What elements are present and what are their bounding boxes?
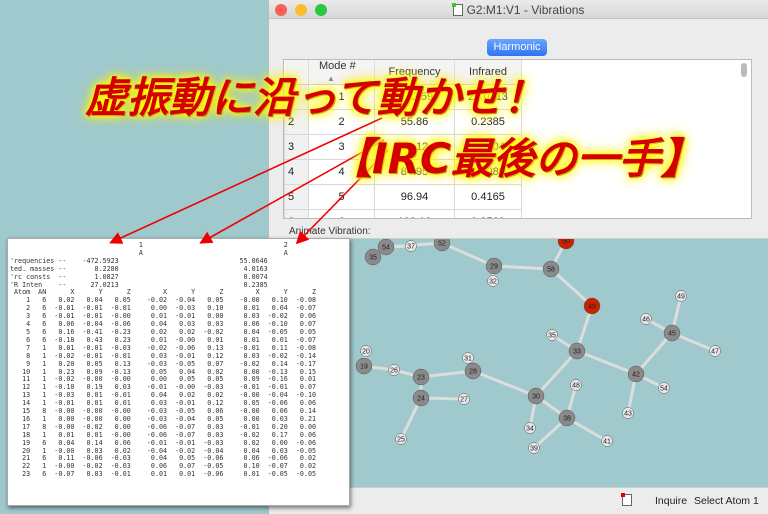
infrared-cell: 0.9569 [454, 209, 522, 218]
carbon-atom[interactable]: 19 [355, 357, 373, 375]
hydrogen-atom[interactable]: 39 [528, 442, 540, 454]
carbon-atom[interactable]: 28 [464, 362, 482, 380]
bond[interactable] [472, 369, 537, 398]
status-mode: Inquire [655, 495, 688, 507]
title-bar: G2:M1:V1 - Vibrations [269, 0, 768, 19]
atom-label: 33 [573, 349, 581, 356]
carbon-atom[interactable]: 29 [485, 257, 503, 275]
atom-label: 42 [632, 372, 640, 379]
atom-label: 25 [397, 437, 405, 444]
headline-line-1: 虚振動に沿って動かせ！ [85, 73, 545, 122]
carbon-atom[interactable]: 58 [542, 260, 560, 278]
status-message: Select Atom 1 [694, 495, 759, 507]
row-number: 4 [284, 159, 309, 185]
table-row[interactable]: 66109.160.9569 [284, 209, 522, 218]
atom-label: 41 [603, 439, 611, 446]
atom-label: 30 [532, 394, 540, 401]
window-title: G2:M1:V1 - Vibrations [269, 3, 768, 17]
atom-label: 32 [489, 279, 497, 286]
atom-label: 26 [390, 368, 398, 375]
gaussian-output-log: 1 2 3 A A A'requencies -- -472 [7, 238, 350, 506]
headline-line-2: 【IRC最後の一手】 [330, 134, 703, 183]
carbon-atom[interactable]: 33 [568, 342, 586, 360]
atom-label: 50 [562, 239, 570, 246]
atom-label: 19 [360, 364, 368, 371]
carbon-atom[interactable]: 45 [663, 324, 681, 342]
bond[interactable] [493, 264, 552, 271]
mode-number: 6 [308, 209, 375, 218]
atom-label: 35 [548, 333, 556, 340]
atom-label: 39 [530, 446, 538, 453]
atom-label: 54 [660, 386, 668, 393]
row-number: 6 [284, 209, 309, 218]
carbon-atom[interactable]: 42 [627, 365, 645, 383]
hydrogen-atom[interactable]: 20 [360, 345, 372, 357]
table-row[interactable]: 5 5 96.94 0.4165 [284, 184, 522, 210]
mode-number: 5 [308, 184, 375, 210]
bond[interactable] [549, 267, 594, 308]
atom-label: 58 [547, 267, 555, 274]
atom-label: 43 [624, 411, 632, 418]
hydrogen-atom[interactable]: 47 [709, 345, 721, 357]
tab-harmonic[interactable]: Harmonic [487, 39, 547, 56]
row-number: 5 [284, 184, 309, 210]
hydrogen-atom[interactable]: 37 [405, 240, 417, 252]
hydrogen-atom[interactable]: 43 [622, 407, 634, 419]
frequency-cell: 96.94 [374, 184, 455, 210]
hydrogen-atom[interactable]: 31 [462, 352, 474, 364]
atom-label: 48 [572, 383, 580, 390]
hydrogen-atom[interactable]: 34 [524, 422, 536, 434]
atom-label: 28 [469, 369, 477, 376]
bond[interactable] [441, 241, 495, 268]
carbon-atom[interactable]: 54 [377, 238, 395, 256]
atom-label: 29 [490, 264, 498, 271]
oxygen-atom[interactable]: 50 [557, 232, 575, 250]
scrollbar[interactable] [741, 63, 747, 77]
frequency-cell: 109.16 [374, 209, 455, 218]
carbon-atom[interactable]: 52 [433, 234, 451, 252]
document-icon [451, 3, 463, 16]
atom-label: 27 [460, 397, 468, 404]
hydrogen-atom[interactable]: 32 [487, 275, 499, 287]
atom-label: 54 [382, 245, 390, 252]
atom-label: 35 [369, 255, 377, 262]
hydrogen-atom[interactable]: 46 [640, 313, 652, 325]
hydrogen-atom[interactable]: 26 [388, 364, 400, 376]
atom-label: 34 [526, 426, 534, 433]
window-title-text: G2:M1:V1 - Vibrations [466, 3, 585, 17]
atom-label: 47 [711, 349, 719, 356]
hydrogen-atom[interactable]: 25 [395, 433, 407, 445]
carbon-atom[interactable]: 24 [412, 389, 430, 407]
bond[interactable] [534, 349, 579, 398]
hydrogen-atom[interactable]: 48 [570, 379, 582, 391]
atom-label: 49 [588, 304, 596, 311]
hydrogen-atom[interactable]: 35 [546, 329, 558, 341]
animate-vibration-label: Animate Vibration: [289, 226, 371, 237]
atom-label: 24 [417, 396, 425, 403]
document-status-icon [621, 493, 632, 506]
bond[interactable] [576, 349, 637, 376]
atom-label: 38 [563, 416, 571, 423]
hydrogen-atom[interactable]: 54 [658, 382, 670, 394]
atom-label: 23 [417, 375, 425, 382]
atom-label: 46 [642, 317, 650, 324]
hydrogen-atom[interactable]: 41 [601, 435, 613, 447]
log-line: 23 6 -0.07 0.03 -0.01 0.01 0.01 -0.06 0.… [10, 470, 316, 479]
atom-label: 45 [668, 331, 676, 338]
infrared-cell: 0.4165 [454, 184, 522, 210]
atom-label: 49 [677, 294, 685, 301]
atom-label: 52 [438, 241, 446, 248]
oxygen-atom[interactable]: 49 [583, 297, 601, 315]
carbon-atom[interactable]: 38 [558, 409, 576, 427]
atom-label: 20 [362, 349, 370, 356]
atom-label: 31 [464, 356, 472, 363]
carbon-atom[interactable]: 35 [364, 248, 382, 266]
hydrogen-atom[interactable]: 49 [675, 290, 687, 302]
carbon-atom[interactable]: 30 [527, 387, 545, 405]
atom-label: 37 [407, 244, 415, 251]
row-number: 3 [284, 134, 309, 160]
carbon-atom[interactable]: 23 [412, 368, 430, 386]
hydrogen-atom[interactable]: 27 [458, 393, 470, 405]
